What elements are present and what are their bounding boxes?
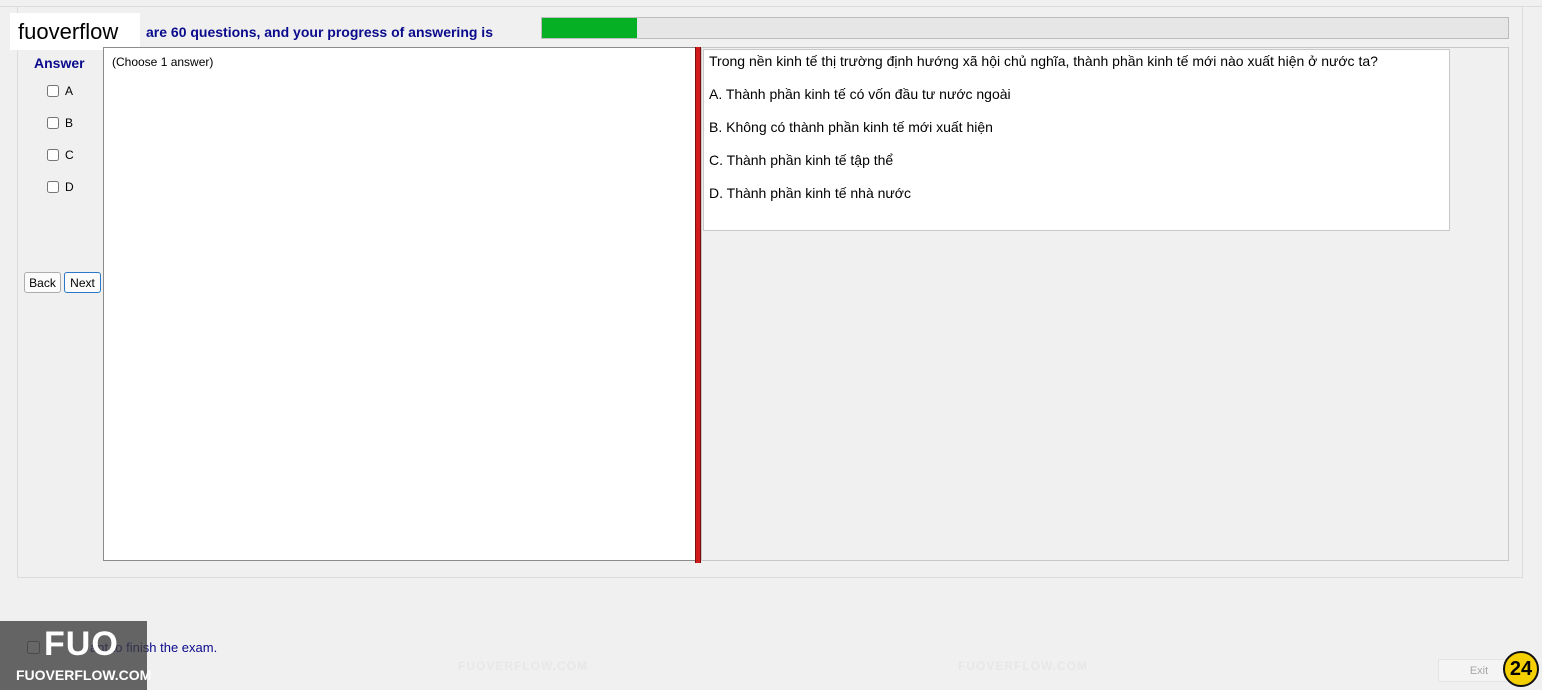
answer-choice-b[interactable]: B bbox=[47, 116, 73, 130]
answer-checkbox-d[interactable] bbox=[47, 181, 59, 193]
progress-bar bbox=[541, 17, 1509, 39]
next-button[interactable]: Next bbox=[64, 272, 101, 293]
question-option-d: D. Thành phần kinh tế nhà nước bbox=[709, 185, 911, 201]
watermark-logo-text: FUO bbox=[44, 625, 119, 663]
question-option-a: A. Thành phần kinh tế có vốn đầu tư nước… bbox=[709, 86, 1011, 102]
progress-label: are 60 questions, and your progress of a… bbox=[146, 24, 493, 40]
question-option-b: B. Không có thành phần kinh tế mới xuất … bbox=[709, 119, 993, 135]
fuoverflow-logo: fuoverflow bbox=[10, 13, 140, 50]
answer-heading: Answer bbox=[34, 55, 85, 71]
answer-choice-d[interactable]: D bbox=[47, 180, 74, 194]
answer-checkbox-b[interactable] bbox=[47, 117, 59, 129]
answer-choice-c[interactable]: C bbox=[47, 148, 74, 162]
question-option-c: C. Thành phần kinh tế tập thể bbox=[709, 152, 894, 168]
answer-choice-label: D bbox=[65, 180, 74, 194]
question-text: Trong nền kinh tế thị trường định hướng … bbox=[709, 53, 1378, 69]
page-number-badge: 24 bbox=[1503, 651, 1539, 687]
answer-input-panel: (Choose 1 answer) bbox=[103, 47, 695, 561]
back-button[interactable]: Back bbox=[24, 272, 61, 293]
question-box: Trong nền kinh tế thị trường định hướng … bbox=[703, 49, 1450, 231]
answer-choice-a[interactable]: A bbox=[47, 84, 73, 98]
answer-choice-label: B bbox=[65, 116, 74, 130]
watermark-logo-subtext: FUOVERFLOW.COM bbox=[16, 667, 152, 683]
answer-choice-label: C bbox=[65, 148, 74, 162]
answer-checkbox-a[interactable] bbox=[47, 85, 59, 97]
progress-fill bbox=[542, 18, 637, 38]
choose-hint: (Choose 1 answer) bbox=[112, 55, 214, 69]
answer-checkbox-c[interactable] bbox=[47, 149, 59, 161]
watermark-text: FUOVERFLOW.COM bbox=[958, 659, 1088, 673]
answer-choice-label: A bbox=[65, 84, 74, 98]
watermark-text: FUOVERFLOW.COM bbox=[458, 659, 588, 673]
fuo-watermark-logo: FUO FUOVERFLOW.COM bbox=[0, 621, 151, 690]
